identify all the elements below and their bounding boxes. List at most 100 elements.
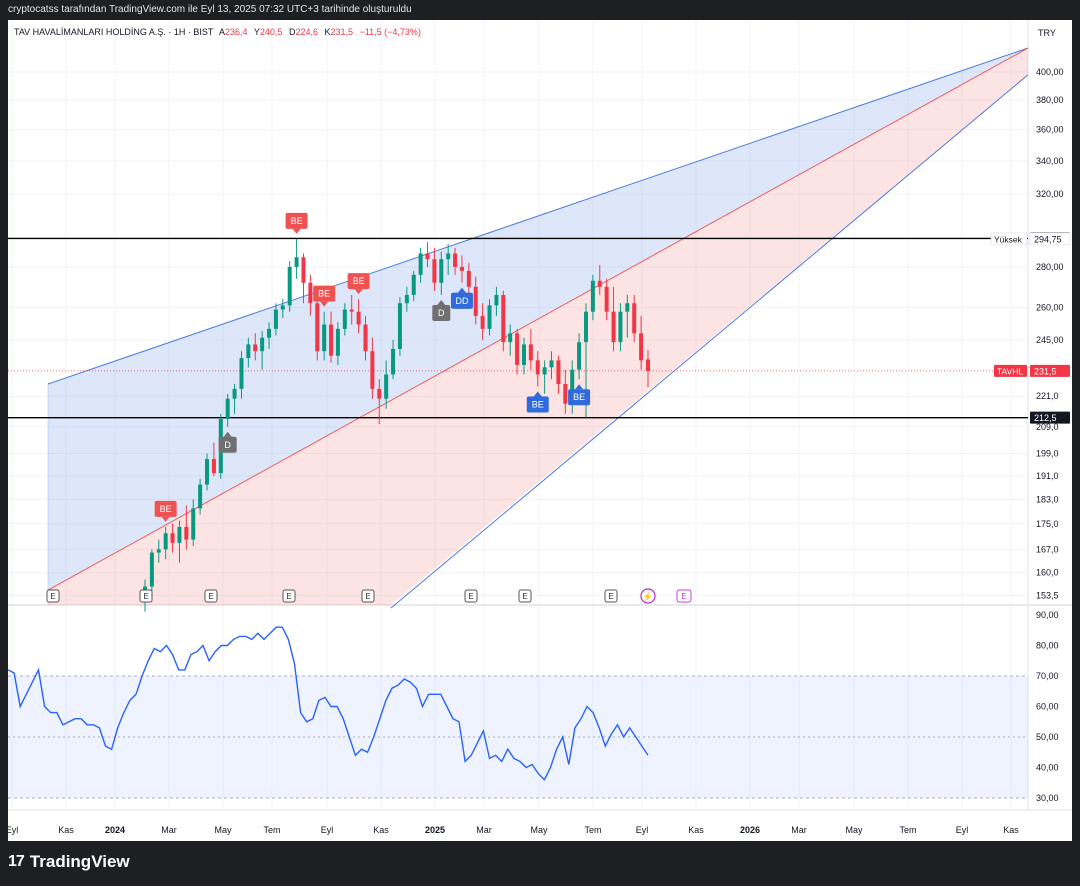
candle-body-14 bbox=[239, 358, 244, 389]
candle-body-41 bbox=[425, 253, 430, 260]
price-tick-9: 221,0 bbox=[1036, 391, 1059, 401]
candle-body-18 bbox=[267, 328, 272, 338]
candle-body-3 bbox=[163, 533, 168, 550]
marker-label: BE bbox=[353, 276, 365, 286]
candle-body-17 bbox=[260, 337, 265, 352]
candle-body-38 bbox=[404, 294, 409, 304]
svg-text:E: E bbox=[522, 592, 527, 601]
svg-text:E: E bbox=[286, 592, 291, 601]
earnings-marker-0[interactable]: E bbox=[46, 589, 60, 603]
time-tick-15: Mar bbox=[791, 825, 807, 835]
candle-body-64 bbox=[583, 311, 588, 343]
price-tick-13: 183,0 bbox=[1036, 494, 1059, 504]
candle-body-52 bbox=[501, 294, 506, 343]
time-tick-10: May bbox=[530, 825, 548, 835]
candle-body-68 bbox=[611, 311, 616, 343]
candle-body-1 bbox=[149, 552, 154, 587]
candle-body-44 bbox=[446, 253, 451, 260]
price-chart[interactable]: BEDBEBEBEDDDDBEBE EEEEEEEE⚡E 90,0080,007… bbox=[6, 20, 1072, 841]
price-tick-6: 280,00 bbox=[1036, 262, 1064, 272]
price-tick-3: 340,00 bbox=[1036, 156, 1064, 166]
candle-body-48 bbox=[473, 286, 478, 316]
candle-body-5 bbox=[177, 526, 182, 543]
svg-text:E: E bbox=[365, 592, 370, 601]
candle-body-16 bbox=[253, 344, 258, 352]
candle-body-22 bbox=[294, 257, 299, 267]
time-tick-16: May bbox=[845, 825, 863, 835]
time-tick-2: 2024 bbox=[105, 825, 125, 835]
candle-body-39 bbox=[411, 274, 416, 295]
high-tag: Yüksek bbox=[994, 234, 1023, 244]
rsi-tick-3: 60,00 bbox=[1036, 702, 1059, 712]
earnings-marker-5[interactable]: E bbox=[464, 589, 478, 603]
time-tick-17: Tem bbox=[899, 825, 916, 835]
candle-body-9 bbox=[205, 459, 210, 485]
svg-text:E: E bbox=[681, 592, 686, 601]
time-tick-4: May bbox=[214, 825, 232, 835]
price-tick-16: 160,0 bbox=[1036, 568, 1059, 578]
svg-text:E: E bbox=[608, 592, 613, 601]
price-tick-2: 360,00 bbox=[1036, 125, 1064, 135]
candle-body-23 bbox=[301, 257, 306, 283]
time-tick-8: 2025 bbox=[425, 825, 445, 835]
candle-body-24 bbox=[308, 282, 313, 304]
candle-body-10 bbox=[211, 459, 216, 474]
candle-body-49 bbox=[480, 315, 485, 329]
price-tick-4: 320,00 bbox=[1036, 189, 1064, 199]
candle-body-42 bbox=[432, 259, 437, 283]
time-tick-12: Eyl bbox=[636, 825, 649, 835]
price-tick-1: 380,00 bbox=[1036, 95, 1064, 105]
time-tick-9: Mar bbox=[476, 825, 492, 835]
candle-body-8 bbox=[198, 484, 203, 509]
candle-body-58 bbox=[542, 367, 547, 375]
price-axis: 90,00 80,00 70,00 60,00 50,00 40,00 30,00 400,0… bbox=[1036, 67, 1064, 803]
high-value-label: 294,75 bbox=[1034, 234, 1062, 244]
candle-body-2 bbox=[156, 549, 161, 553]
candle-body-72 bbox=[639, 333, 644, 361]
candle-body-27 bbox=[329, 324, 334, 356]
candle-body-7 bbox=[191, 508, 196, 540]
earnings-marker-6[interactable]: E bbox=[518, 589, 532, 603]
candle-body-12 bbox=[225, 398, 230, 419]
earnings-marker-3[interactable]: E bbox=[282, 589, 296, 603]
candle-body-20 bbox=[280, 305, 285, 310]
price-tick-14: 175,0 bbox=[1036, 519, 1059, 529]
tradingview-brand[interactable]: 17 TradingView bbox=[8, 852, 130, 872]
candle-body-66 bbox=[597, 280, 602, 287]
svg-text:E: E bbox=[143, 592, 148, 601]
candle-body-57 bbox=[535, 360, 540, 375]
future-earnings-marker[interactable]: E bbox=[676, 589, 692, 603]
brand-name: TradingView bbox=[29, 852, 130, 871]
candle-body-19 bbox=[273, 309, 278, 329]
rsi-tick-4: 50,00 bbox=[1036, 732, 1059, 742]
price-tick-7: 260,00 bbox=[1036, 302, 1064, 312]
earnings-marker-7[interactable]: E bbox=[604, 589, 618, 603]
earnings-marker-4[interactable]: E bbox=[361, 589, 375, 603]
candle-body-28 bbox=[335, 328, 340, 356]
candle-body-73 bbox=[646, 359, 650, 371]
dividend-lightning-icon[interactable]: ⚡ bbox=[640, 588, 656, 604]
marker-be-2[interactable]: BE bbox=[285, 212, 308, 234]
candle-body-30 bbox=[349, 309, 354, 312]
earnings-marker-2[interactable]: E bbox=[204, 589, 218, 603]
earnings-marker-1[interactable]: E bbox=[139, 589, 153, 603]
candle-body-67 bbox=[604, 286, 609, 312]
symbol-title[interactable]: TAV HAVALİMANLARI HOLDİNG A.Ş. · 1H · BI… bbox=[14, 27, 214, 37]
candle-body-65 bbox=[590, 280, 595, 312]
candle-body-47 bbox=[466, 270, 471, 287]
candle-body-69 bbox=[618, 311, 623, 343]
time-tick-18: Eyl bbox=[956, 825, 969, 835]
marker-label: BE bbox=[291, 216, 303, 226]
candle-body-56 bbox=[528, 344, 533, 361]
price-tick-11: 199,0 bbox=[1036, 449, 1059, 459]
price-tick-12: 191,0 bbox=[1036, 471, 1059, 481]
time-tick-11: Tem bbox=[584, 825, 601, 835]
earnings-markers: E E E E E E E E ⚡ E bbox=[46, 588, 692, 604]
marker-label: BE bbox=[532, 399, 544, 409]
svg-text:E: E bbox=[50, 592, 55, 601]
time-tick-14: 2026 bbox=[740, 825, 760, 835]
rsi-tick-5: 40,00 bbox=[1036, 763, 1059, 773]
chart-caption: cryptocatss tarafından TradingView.com i… bbox=[8, 4, 412, 15]
chart-frame[interactable]: BEDBEBEBEDDDDBEBE EEEEEEEE⚡E 90,0080,007… bbox=[6, 20, 1072, 841]
time-tick-19: Kas bbox=[1003, 825, 1019, 835]
